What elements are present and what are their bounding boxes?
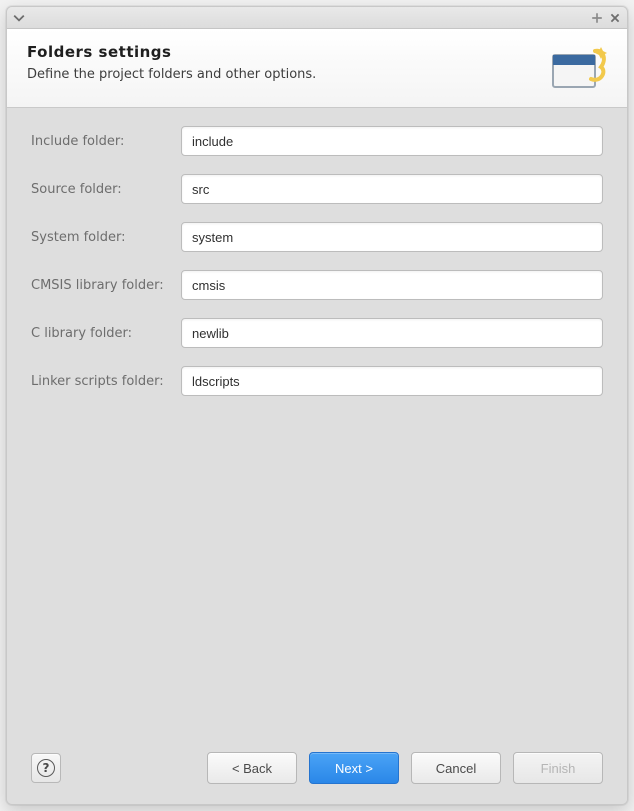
row-linker: Linker scripts folder: bbox=[31, 366, 603, 396]
input-clib[interactable] bbox=[181, 318, 603, 348]
input-source[interactable] bbox=[181, 174, 603, 204]
wizard-header: Folders settings Define the project fold… bbox=[7, 29, 627, 108]
page-subtitle: Define the project folders and other opt… bbox=[27, 67, 316, 82]
back-button[interactable]: < Back bbox=[207, 752, 297, 784]
window-menu-icon[interactable] bbox=[13, 12, 25, 24]
row-clib: C library folder: bbox=[31, 318, 603, 348]
row-system: System folder: bbox=[31, 222, 603, 252]
input-cmsis[interactable] bbox=[181, 270, 603, 300]
row-cmsis: CMSIS library folder: bbox=[31, 270, 603, 300]
label-linker: Linker scripts folder: bbox=[31, 374, 181, 389]
finish-button: Finish bbox=[513, 752, 603, 784]
wizard-icon bbox=[551, 43, 607, 91]
row-source: Source folder: bbox=[31, 174, 603, 204]
button-row: < Back Next > Cancel Finish bbox=[207, 752, 603, 784]
label-cmsis: CMSIS library folder: bbox=[31, 278, 181, 293]
wizard-dialog: Folders settings Define the project fold… bbox=[6, 6, 628, 805]
label-include: Include folder: bbox=[31, 134, 181, 149]
next-button[interactable]: Next > bbox=[309, 752, 399, 784]
row-include: Include folder: bbox=[31, 126, 603, 156]
label-source: Source folder: bbox=[31, 182, 181, 197]
close-icon[interactable] bbox=[609, 12, 621, 24]
input-system[interactable] bbox=[181, 222, 603, 252]
label-system: System folder: bbox=[31, 230, 181, 245]
form-area: Include folder: Source folder: System fo… bbox=[7, 108, 627, 739]
help-icon: ? bbox=[37, 759, 55, 777]
window-titlebar bbox=[7, 7, 627, 29]
input-include[interactable] bbox=[181, 126, 603, 156]
input-linker[interactable] bbox=[181, 366, 603, 396]
page-title: Folders settings bbox=[27, 43, 316, 61]
cancel-button[interactable]: Cancel bbox=[411, 752, 501, 784]
maximize-icon[interactable] bbox=[591, 12, 603, 24]
label-clib: C library folder: bbox=[31, 326, 181, 341]
help-button[interactable]: ? bbox=[31, 753, 61, 783]
wizard-footer: ? < Back Next > Cancel Finish bbox=[7, 739, 627, 804]
